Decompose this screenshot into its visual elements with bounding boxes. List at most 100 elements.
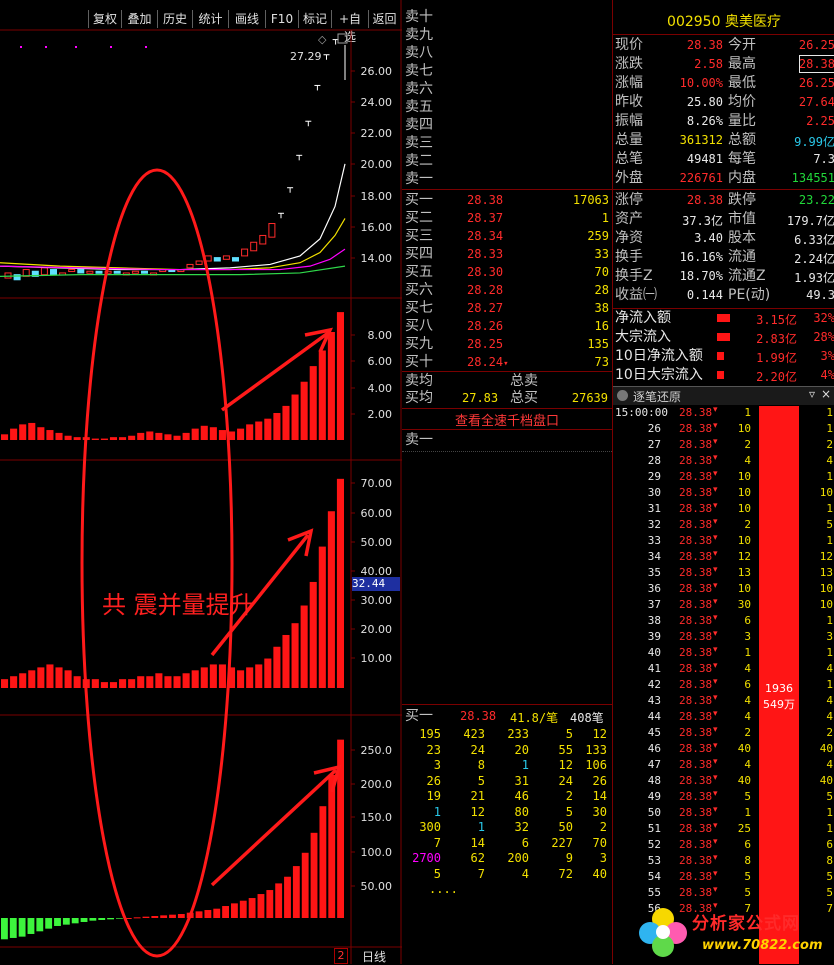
pane3-bar [100, 682, 108, 688]
queue-cell: 423 [463, 727, 485, 741]
pane2-bar [273, 413, 281, 440]
tick-orders: 4 [826, 454, 833, 467]
buy-level-row[interactable]: 买三 28.34 259 [405, 227, 610, 245]
pane4-bar [80, 918, 88, 922]
flow-percent: 32% [813, 311, 834, 325]
window-icon[interactable] [337, 33, 348, 44]
buy-level-volume: 28 [594, 283, 609, 297]
tick-price: 28.38 [679, 662, 713, 675]
quote-value: 134551 [791, 171, 834, 185]
tick-down-arrow-icon: ▾ [713, 645, 718, 655]
queue-cell: 72 [558, 866, 573, 881]
pane4-bar [231, 903, 238, 918]
collapse-icon[interactable] [617, 390, 628, 401]
queue-cell: 2 [565, 789, 573, 803]
queue-cell: 40 [592, 866, 607, 881]
period-tab-daily[interactable]: 日线 [362, 948, 386, 965]
buy-level-row[interactable]: 买二 28.37 1 [405, 209, 610, 227]
tick-down-arrow-icon: ▾ [713, 773, 718, 783]
pane2-bar [146, 431, 154, 440]
tick-volume: 6 [744, 614, 751, 627]
tick-price: 28.38 [679, 838, 713, 851]
tick-volume: 13 [737, 566, 751, 579]
buy-level-row[interactable]: 买九 28.25 135 [405, 335, 610, 353]
axis-tick-label: 14.00 [361, 252, 393, 265]
tick-price: 28.38 [679, 758, 713, 771]
pane4-bar [292, 866, 300, 918]
page-indicator[interactable]: 2 [334, 948, 348, 964]
pane2-bar [73, 437, 81, 440]
tick-volume: 10 [737, 502, 751, 515]
watermark-brand: 分析家公式网 [692, 914, 800, 934]
tick-orders: 12 [819, 550, 833, 563]
pane4-bar [266, 890, 274, 918]
quote-label: 总笔 [615, 151, 643, 167]
order-book-panel: 卖十 卖九 卖八 卖七 卖六 卖五 卖四 卖三 卖二 卖一 买一 28.38 17063 买二 28.37… [402, 0, 612, 964]
pane4-bar [195, 911, 203, 918]
pane3-bar [109, 682, 118, 688]
tick-volume: 4 [744, 454, 751, 467]
candle [113, 270, 121, 274]
candle [77, 269, 85, 274]
tick-volume: 1 [744, 646, 751, 659]
quote-label: 股本 [728, 230, 756, 246]
flower-logo-icon [639, 908, 687, 957]
diamond-icon[interactable]: ◇ [318, 33, 327, 46]
buy-level-row[interactable]: 买四 28.33 33 [405, 245, 610, 263]
view-full-depth-button[interactable]: 查看全速千档盘口 [402, 410, 612, 429]
pane4-bar [319, 806, 327, 918]
queue-cell: 1 [477, 820, 485, 834]
buy-level-row[interactable]: 买八 28.26 16 [405, 317, 610, 335]
tick-orders: 1 [826, 534, 833, 547]
tick-down-arrow-icon: ▾ [713, 613, 718, 623]
tick-volume: 8 [744, 854, 751, 867]
axis-tick-label: 2.00 [368, 408, 393, 421]
queue-cell: 50 [558, 820, 573, 834]
buy-level-volume: 70 [594, 265, 609, 279]
close-icon[interactable]: × [821, 387, 831, 401]
tick-orders: 13 [819, 566, 833, 579]
quote-value: 226761 [679, 171, 723, 185]
pane2-bar [282, 405, 290, 440]
pane4-bar [177, 914, 185, 918]
axis-tick-label: 60.00 [361, 507, 393, 520]
candle [259, 234, 267, 245]
filter-icon[interactable]: ▿ [809, 387, 815, 401]
axis-tick-label: 4.00 [368, 382, 393, 395]
pane2-bar [1, 434, 9, 440]
buy-level-price: 28.34 [467, 229, 504, 243]
tick-time: 37 [647, 598, 661, 611]
tick-time: 30 [647, 486, 661, 499]
tick-volume: 1 [744, 806, 751, 819]
pane2-bar [137, 432, 145, 440]
sell-level-4-label: 卖四 [405, 117, 433, 133]
buy-level-row[interactable]: 买七 28.27 38 [405, 299, 610, 317]
pane3-bar [19, 673, 27, 688]
watermark-logo: 分析家公式网 www.70822.com [634, 905, 834, 964]
tick-down-arrow-icon: ▾ [713, 405, 718, 415]
pane3-bar [327, 511, 335, 688]
marker-dot [110, 46, 112, 48]
buy-level-row[interactable]: 买一 28.38 17063 [405, 191, 610, 209]
pane3-bar [200, 667, 208, 688]
kline-chart-area[interactable]: 27.29◇ 26.0024.0022.0020.0018.0016.0014.… [0, 0, 402, 964]
candle [213, 257, 221, 262]
tick-down-arrow-icon: ▾ [713, 677, 718, 687]
tick-down-arrow-icon: ▾ [713, 533, 718, 543]
marker-dot [75, 46, 77, 48]
tick-volume: 10 [737, 422, 751, 435]
tick-panel-header[interactable]: 逐笔还原 ▿ × [613, 386, 834, 405]
candle [222, 255, 230, 260]
queue-cell: 5 [433, 866, 441, 881]
quote-label: 流通 [728, 249, 756, 265]
pane3-bar [73, 676, 81, 688]
buy-level-label: 买七 [405, 300, 433, 316]
pane4-bar [36, 918, 44, 932]
buy-level-row[interactable]: 买五 28.30 70 [405, 263, 610, 281]
buy-avg-label: 买均 [405, 390, 433, 406]
tick-orders: 8 [826, 854, 833, 867]
pane4-bar [204, 910, 212, 918]
buy-level-row[interactable]: 买十 28.24▾ 73 [405, 353, 610, 371]
pane2-bar [327, 332, 335, 440]
buy-level-row[interactable]: 买六 28.28 28 [405, 281, 610, 299]
